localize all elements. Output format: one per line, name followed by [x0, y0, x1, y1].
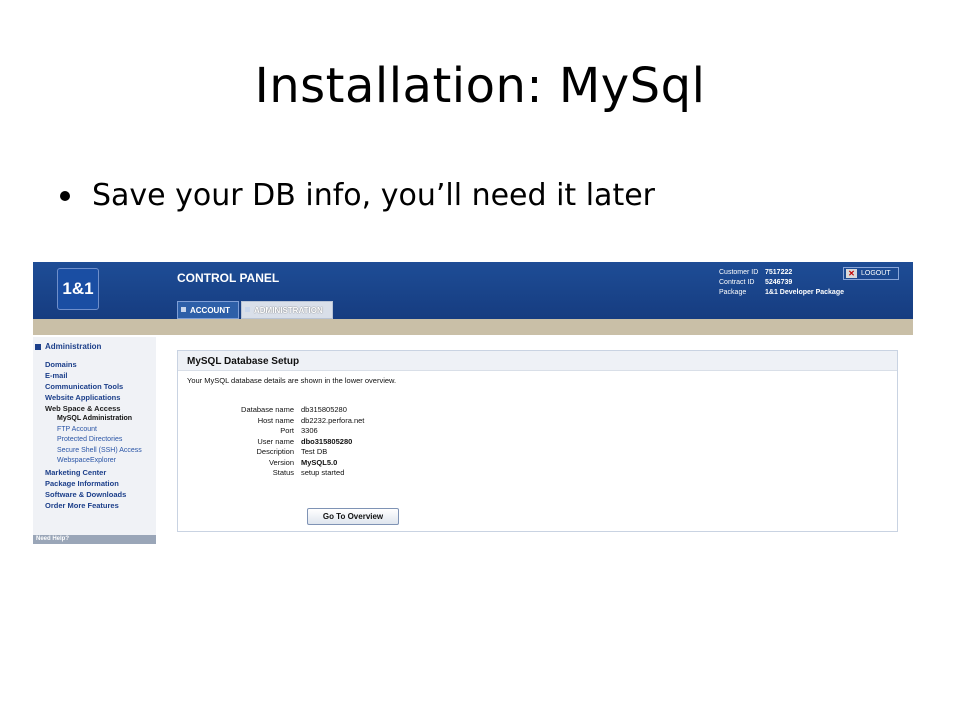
detail-label: Database name	[241, 405, 294, 414]
sidebar-heading[interactable]: Administration	[35, 342, 101, 351]
sidebar-item-email[interactable]: E-mail	[45, 370, 142, 381]
detail-value: dbo315805280	[301, 436, 353, 446]
customer-info: Customer ID 7517222 Contract ID 5246739 …	[719, 268, 844, 298]
sidebar-menu: Domains E-mail Communication Tools Websi…	[45, 359, 142, 511]
detail-label: Status	[272, 468, 294, 477]
need-help-bar[interactable]: Need Help?	[33, 535, 156, 544]
brand-logo[interactable]: 1&1	[57, 268, 99, 310]
sidebar-subitem-ftp-account[interactable]: FTP Account	[45, 425, 142, 436]
tab-account[interactable]: ACCOUNT	[177, 301, 239, 319]
detail-value: Test DB	[301, 447, 328, 456]
sidebar-subitem-webspace-explorer[interactable]: WebspaceExplorer	[45, 456, 142, 467]
detail-value: db2232.perfora.net	[301, 415, 365, 425]
detail-value: MySQL5.0	[301, 457, 338, 467]
control-panel-header: 1&1 CONTROL PANEL ACCOUNT ADMINISTRATION…	[33, 262, 913, 319]
package-value: 1&1 Developer Package	[765, 289, 844, 296]
detail-label: Description	[256, 447, 294, 456]
detail-label: Host name	[257, 415, 294, 425]
mysql-setup-panel: MySQL Database Setup Your MySQL database…	[177, 350, 898, 532]
sidebar-subitem-mysql-administration[interactable]: MySQL Administration	[45, 414, 142, 425]
tab-administration[interactable]: ADMINISTRATION	[241, 301, 333, 319]
tab-square-icon	[181, 307, 186, 312]
control-panel-screenshot: 1&1 CONTROL PANEL ACCOUNT ADMINISTRATION…	[33, 262, 913, 544]
sidebar-item-order-more-features[interactable]: Order More Features	[45, 500, 142, 511]
collapse-icon	[35, 343, 41, 350]
contract-id-value: 5246739	[765, 279, 793, 286]
detail-row: Version MySQL5.0	[187, 458, 364, 469]
sidebar-subitem-protected-directories[interactable]: Protected Directories	[45, 435, 142, 446]
detail-value: 3306	[301, 426, 318, 435]
bullet-text: Save your DB info, you’ll need it later	[92, 178, 655, 213]
sidebar-item-package-information[interactable]: Package Information	[45, 478, 142, 489]
detail-value: setup started	[301, 468, 345, 477]
sidebar-item-website-applications[interactable]: Website Applications	[45, 392, 142, 403]
customer-id-label: Customer ID	[719, 269, 759, 276]
close-icon: ✕	[846, 269, 857, 278]
detail-label: Port	[280, 426, 294, 435]
database-details: Database name db315805280 Host name db22…	[187, 405, 364, 479]
sidebar-heading-label: Administration	[45, 342, 102, 351]
detail-row: Port 3306	[187, 426, 364, 437]
sidebar-item-domains[interactable]: Domains	[45, 359, 142, 370]
logout-label: LOGOUT	[861, 270, 891, 277]
package-label: Package	[719, 289, 747, 296]
sidebar-item-software-downloads[interactable]: Software & Downloads	[45, 489, 142, 500]
detail-label: Version	[268, 457, 294, 467]
slide-title: Installation: MySql	[254, 58, 706, 114]
detail-row: Host name db2232.perfora.net	[187, 415, 365, 427]
go-to-overview-button[interactable]: Go To Overview	[307, 508, 399, 525]
sidebar-item-marketing-center[interactable]: Marketing Center	[45, 467, 142, 478]
bullet-dot-icon	[60, 190, 70, 201]
detail-row: Description Test DB	[187, 447, 364, 458]
detail-row: Status setup started	[187, 468, 364, 479]
sidebar-subitem-ssh-access[interactable]: Secure Shell (SSH) Access	[45, 446, 142, 457]
sidebar-item-communication-tools[interactable]: Communication Tools	[45, 381, 142, 392]
contract-id-label: Contract ID	[719, 279, 755, 286]
logout-button[interactable]: ✕ LOGOUT	[843, 267, 899, 280]
tab-square-icon	[245, 307, 250, 312]
detail-row: User name dbo315805280	[187, 437, 364, 448]
customer-id-value: 7517222	[765, 269, 793, 276]
panel-description: Your MySQL database details are shown in…	[187, 376, 397, 385]
detail-row: Database name db315805280	[187, 405, 364, 416]
tab-administration-label: ADMINISTRATION	[254, 305, 323, 315]
sidebar: Administration Domains E-mail Communicat…	[33, 337, 156, 544]
contract-id-row: Contract ID 5246739	[719, 278, 844, 288]
detail-value: db315805280	[301, 405, 347, 414]
package-row: Package 1&1 Developer Package	[719, 288, 844, 298]
sidebar-item-web-space-access[interactable]: Web Space & Access	[45, 403, 142, 414]
detail-label: User name	[257, 436, 294, 446]
customer-id-row: Customer ID 7517222	[719, 268, 844, 278]
control-panel-title: CONTROL PANEL	[177, 271, 280, 285]
panel-title: MySQL Database Setup	[178, 351, 897, 371]
tab-account-label: ACCOUNT	[190, 305, 230, 315]
slide-bullet: Save your DB info, you’ll need it later	[60, 178, 655, 213]
tab-content-bar	[33, 319, 913, 335]
